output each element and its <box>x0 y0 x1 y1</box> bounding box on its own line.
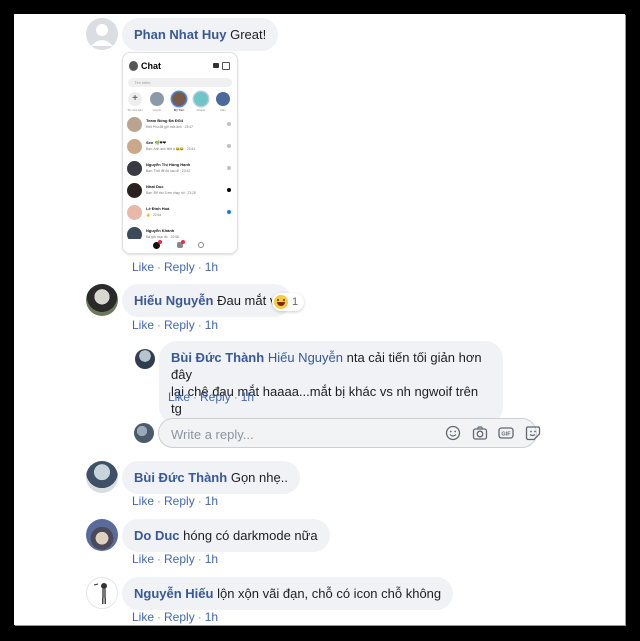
haha-reaction-icon <box>274 295 288 309</box>
phone-conversation: Nguyễn Thị Hồng Hạnh Bạn: Thôi để đó sau… <box>127 159 233 179</box>
phone-story-label: Hân <box>220 108 226 112</box>
avatar-bui-duc-thanh[interactable] <box>86 461 118 493</box>
phone-conversation: Sen 🌿❤❤ Bạn: Anh anh biết á 😂😂 · 23:44 <box>127 137 233 157</box>
reaction-count: 1 <box>292 296 299 308</box>
comment-author[interactable]: Phan Nhat Huy <box>134 27 226 42</box>
phone-story-label: Huynh <box>152 108 162 112</box>
comments-panel: Phan Nhat Huy Great! Chat Tìm kiếm + Tin… <box>14 14 625 625</box>
comment-bubble: Hiếu Nguyễn Đau mắt vl <box>122 284 292 317</box>
mention-link[interactable]: Hiếu Nguyễn <box>268 350 343 365</box>
avatar-phan-nhat-huy[interactable] <box>86 18 118 50</box>
comment-actions: Like · Reply · 1h <box>132 494 219 508</box>
phone-status-bar <box>129 55 231 59</box>
comment-author[interactable]: Hiếu Nguyễn <box>134 293 213 308</box>
like-link[interactable]: Like <box>132 494 154 508</box>
phone-conversation: Nhat Duc Bạn: Để thứ 5 em chạy rồi · 23:… <box>127 181 233 201</box>
comment-actions: Like · Reply · 1h <box>132 260 219 274</box>
comment-author[interactable]: Do Duc <box>134 528 180 543</box>
reply-bubble: Bùi Đức Thành Hiếu Nguyễn nta cải tiến t… <box>159 341 503 425</box>
comment-bubble: Nguyễn Hiếu lộn xộn vãi đạn, chỗ có icon… <box>122 577 454 610</box>
phone-chat-title: Chat <box>141 61 161 71</box>
comment-text: hóng có darkmode nữa <box>183 528 318 543</box>
phone-conversation: Team Bóng Đá ĐG4 Hiệt Phú đã gửi một ảnh… <box>127 115 233 135</box>
reply-link[interactable]: Reply <box>200 390 231 404</box>
phone-story <box>216 92 230 106</box>
phone-compose-icon <box>222 62 230 70</box>
phone-story <box>172 92 186 106</box>
svg-text:GIF: GIF <box>501 432 511 438</box>
avatar-bui-duc-thanh[interactable] <box>135 349 155 369</box>
timestamp-link[interactable]: 1h <box>241 390 254 404</box>
avatar-do-duc[interactable] <box>86 519 118 551</box>
like-link[interactable]: Like <box>132 610 154 624</box>
reply-link[interactable]: Reply <box>164 494 195 508</box>
comment-bubble: Bùi Đức Thành Gọn nhẹ.. <box>122 461 300 494</box>
cartoon-avatar-icon <box>93 583 107 604</box>
phone-story-label: Khánh <box>196 108 206 112</box>
phone-tab-bar <box>123 239 237 253</box>
phone-search-bar: Tìm kiếm <box>128 78 232 87</box>
comment-text: Gọn nhẹ.. <box>230 470 288 485</box>
phone-camera-icon <box>213 63 219 68</box>
phone-conversation: Lê Đình Hoà 👍 · 22:54 <box>127 203 233 223</box>
timestamp-link[interactable]: 1h <box>205 494 218 508</box>
avatar-hieu-nguyen[interactable] <box>86 284 118 316</box>
comment-actions: Like · Reply · 1h <box>132 610 219 624</box>
reply-link[interactable]: Reply <box>164 260 195 274</box>
reply-author[interactable]: Bùi Đức Thành <box>171 350 264 365</box>
reply-link[interactable]: Reply <box>164 610 195 624</box>
comment-text: Great! <box>230 27 267 42</box>
timestamp-link[interactable]: 1h <box>205 610 218 624</box>
timestamp-link[interactable]: 1h <box>205 318 218 332</box>
reply-link[interactable]: Reply <box>164 318 195 332</box>
reply-actions: Like · Reply · 1h <box>168 390 255 404</box>
like-link[interactable]: Like <box>168 390 190 404</box>
phone-story <box>150 92 164 106</box>
comment-author[interactable]: Nguyễn Hiếu <box>134 586 213 601</box>
phone-story-label: Tin của bạn <box>127 108 143 112</box>
comment-text: Đau mắt vl <box>217 293 280 308</box>
like-link[interactable]: Like <box>132 318 154 332</box>
reply-link[interactable]: Reply <box>164 552 195 566</box>
reply-composer: GIF <box>158 418 541 448</box>
sticker-icon[interactable] <box>525 425 541 441</box>
phone-story-add: + <box>128 92 142 106</box>
comment-bubble: Do Duc hóng có darkmode nữa <box>122 519 330 552</box>
attached-messenger-screenshot[interactable]: Chat Tìm kiếm + Tin của bạn Huynh Mỹ Tiê… <box>122 52 238 254</box>
phone-story-label: Mỹ Tiên <box>173 108 185 112</box>
phone-story <box>194 92 208 106</box>
comment-author[interactable]: Bùi Đức Thành <box>134 470 227 485</box>
avatar-nguyen-hieu[interactable] <box>86 577 118 609</box>
timestamp-link[interactable]: 1h <box>205 552 218 566</box>
comment-bubble: Phan Nhat Huy Great! <box>122 18 279 51</box>
reaction-badge[interactable]: 1 <box>272 293 305 311</box>
reply-input[interactable] <box>169 424 423 444</box>
like-link[interactable]: Like <box>132 552 154 566</box>
default-user-icon <box>86 18 118 50</box>
comment-text: lộn xộn vãi đạn, chỗ có icon chỗ không <box>217 586 442 601</box>
current-user-avatar <box>134 423 154 443</box>
comment-actions: Like · Reply · 1h <box>132 318 219 332</box>
like-link[interactable]: Like <box>132 260 154 274</box>
emoji-icon[interactable] <box>445 425 461 441</box>
comment-actions: Like · Reply · 1h <box>132 552 219 566</box>
timestamp-link[interactable]: 1h <box>205 260 218 274</box>
gif-icon[interactable]: GIF <box>498 425 514 441</box>
phone-profile-avatar <box>129 61 138 71</box>
camera-icon[interactable] <box>472 425 488 441</box>
